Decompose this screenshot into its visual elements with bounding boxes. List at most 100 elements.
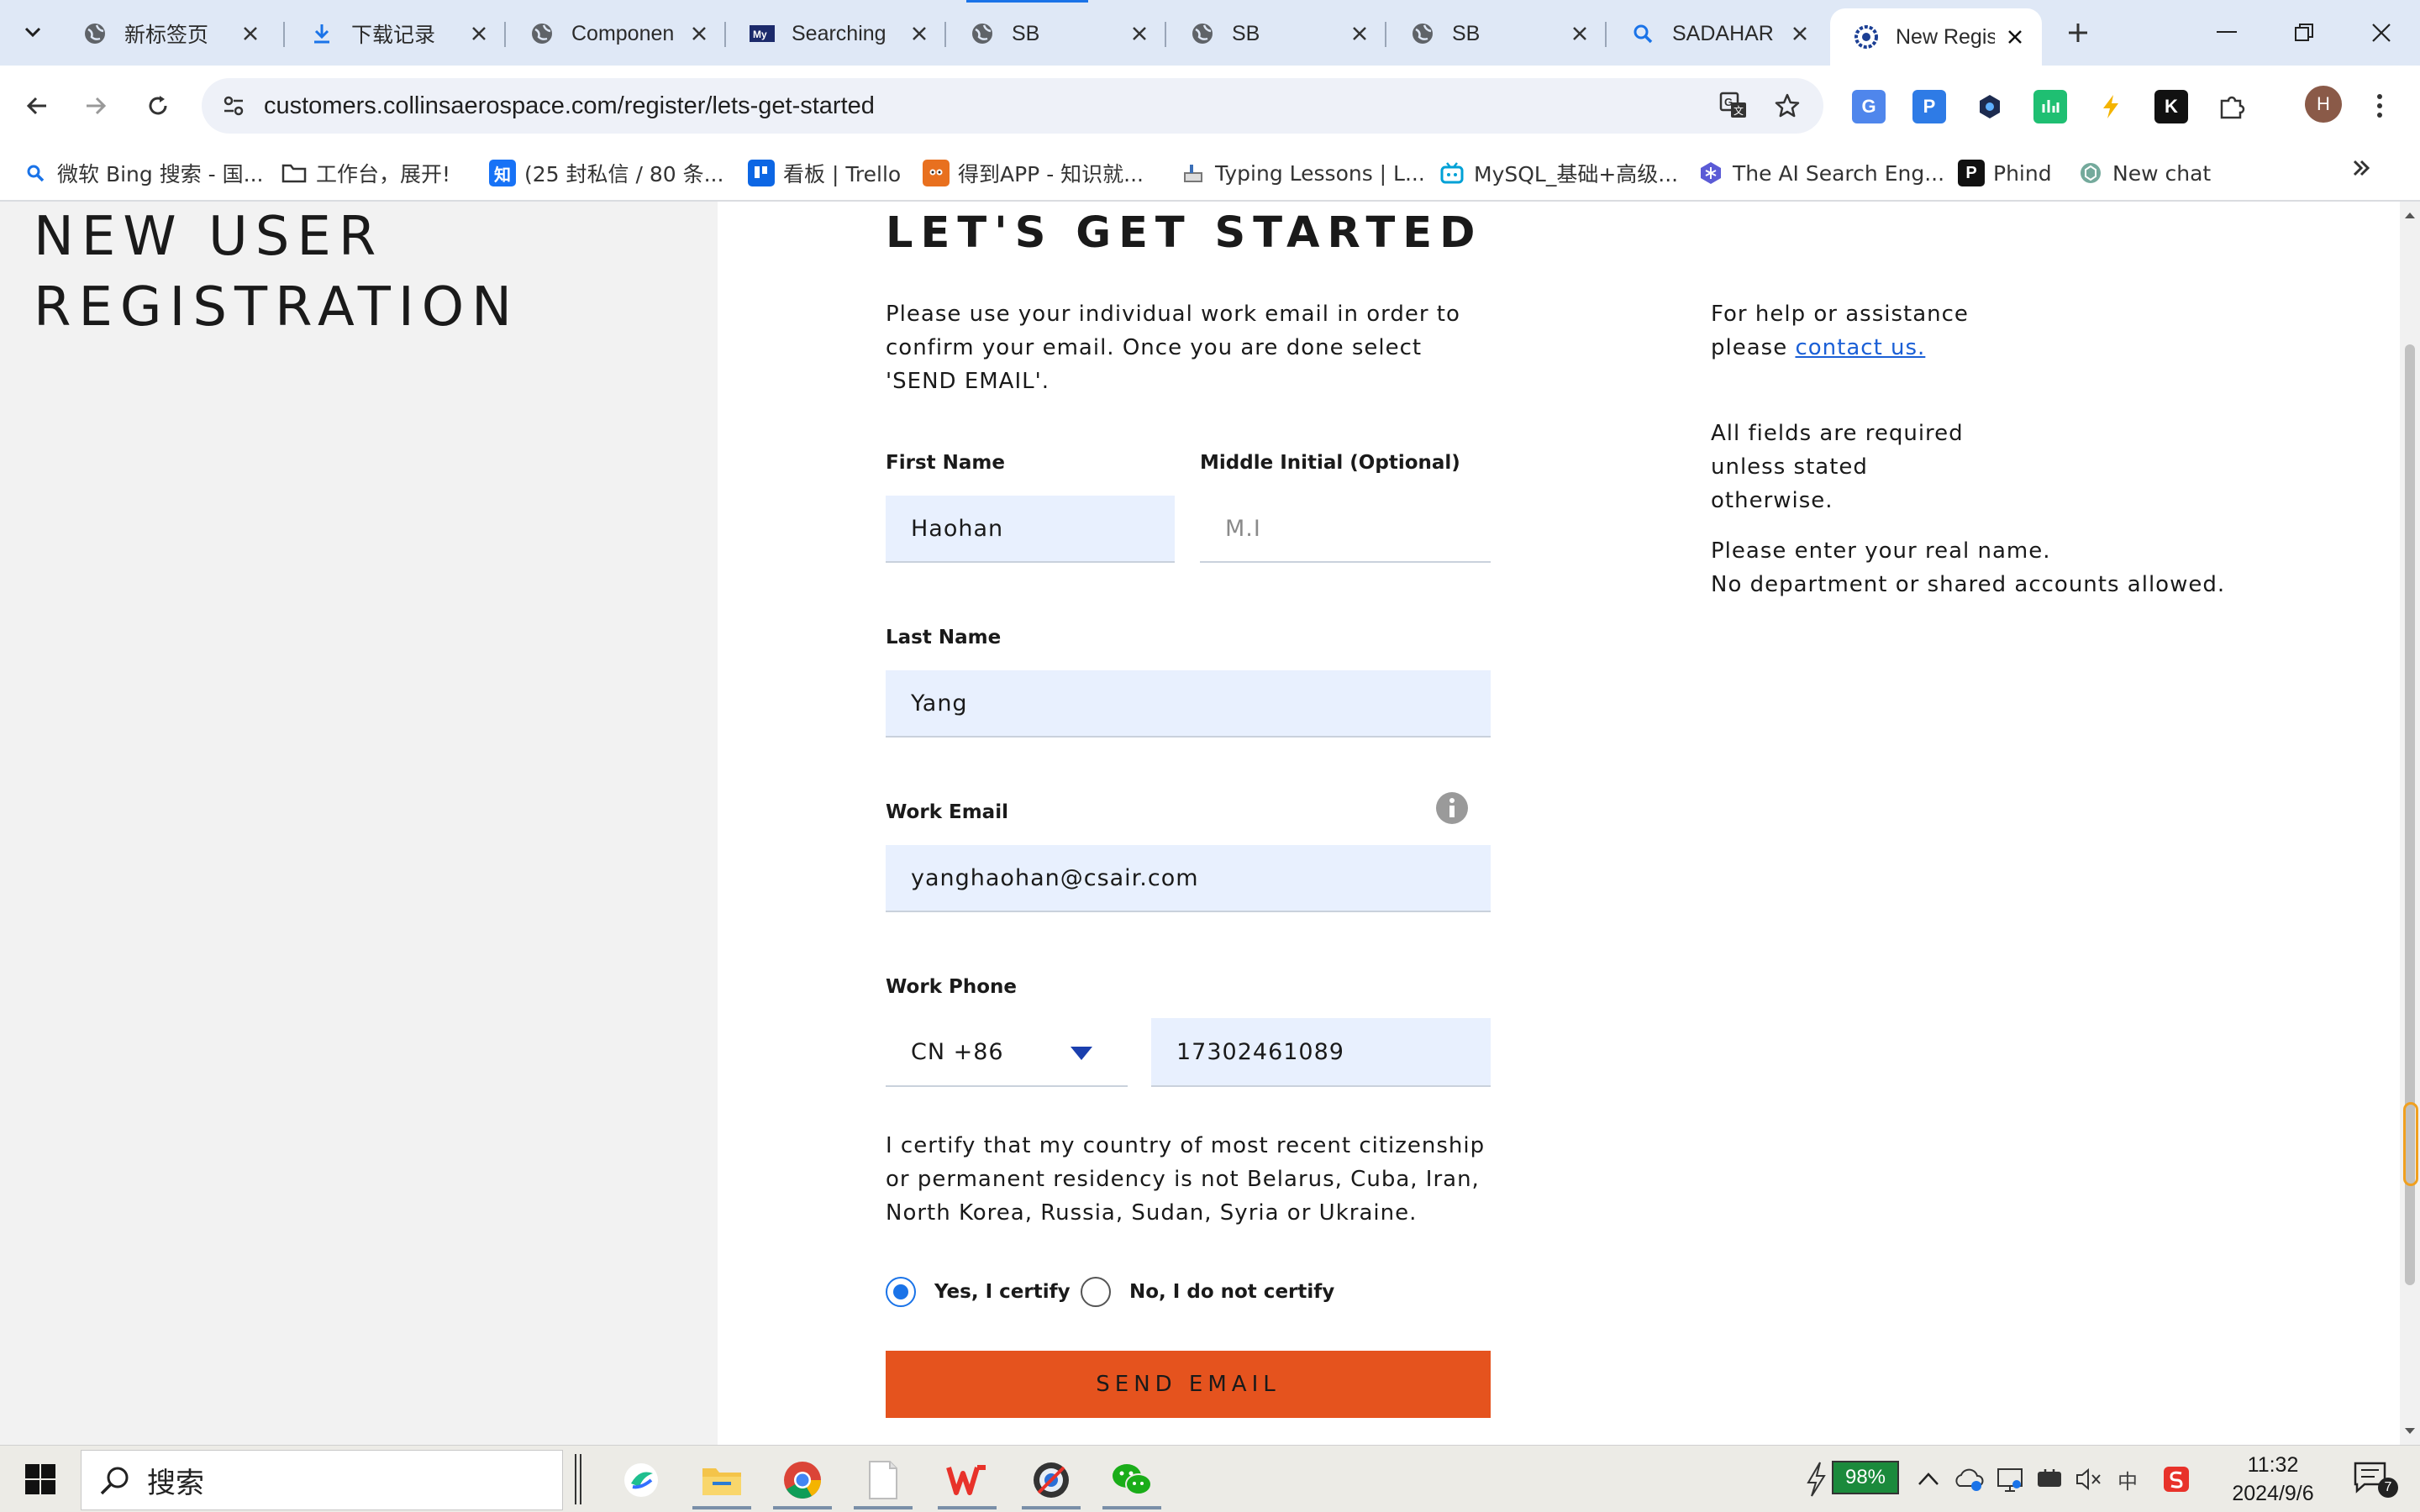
- tab-new-registration[interactable]: New Regis: [1830, 8, 2042, 66]
- close-window-button[interactable]: [2343, 0, 2420, 66]
- registration-panel: LET'S GET STARTED Please use your indivi…: [718, 202, 2400, 1445]
- wechat-icon[interactable]: [1094, 1451, 1170, 1509]
- wps-icon[interactable]: [929, 1451, 1005, 1509]
- url-text: customers.collinsaerospace.com/register/…: [264, 92, 875, 119]
- scroll-down-icon[interactable]: [2403, 1426, 2417, 1436]
- double-chevron-right-icon: [2353, 160, 2370, 176]
- sogou-ime-icon[interactable]: [2161, 1461, 2191, 1498]
- browser-icon[interactable]: [1013, 1451, 1089, 1509]
- browser-toolbar: customers.collinsaerospace.com/register/…: [0, 66, 2420, 146]
- notepad-icon[interactable]: [845, 1451, 921, 1509]
- profile-avatar[interactable]: H: [2305, 86, 2342, 123]
- close-icon[interactable]: [239, 22, 262, 45]
- site-info-icon[interactable]: [213, 86, 254, 126]
- taskbar-search-box[interactable]: 搜索: [81, 1450, 563, 1510]
- ime-indicator[interactable]: 中: [2112, 1461, 2143, 1498]
- paste-ext-icon[interactable]: P: [1912, 90, 1946, 123]
- radio-no-label: No, I do not certify: [1129, 1281, 1335, 1303]
- bookmark-phind[interactable]: P Phind: [1958, 156, 2052, 190]
- chevron-down-icon: [24, 27, 41, 38]
- radio-button-checked[interactable]: [886, 1277, 916, 1307]
- back-button[interactable]: [15, 84, 59, 128]
- hex-ext-icon[interactable]: [1973, 90, 2007, 123]
- bookmark-workbench[interactable]: 工作台，展开!: [281, 156, 450, 190]
- close-icon[interactable]: [1788, 22, 1812, 45]
- tab-components[interactable]: Componen: [506, 7, 726, 60]
- translate-icon[interactable]: G文: [1714, 87, 1753, 125]
- tab-sb-1[interactable]: SB: [946, 7, 1166, 60]
- close-icon[interactable]: [908, 22, 931, 45]
- volume-muted-icon[interactable]: [2074, 1461, 2104, 1498]
- close-icon[interactable]: [1128, 22, 1151, 45]
- notification-center-button[interactable]: 7: [2353, 1461, 2400, 1499]
- new-tab-button[interactable]: [2057, 12, 2099, 54]
- browser-menu-button[interactable]: [2363, 87, 2396, 124]
- last-name-input[interactable]: Yang: [886, 670, 1491, 738]
- tab-new-tab-page[interactable]: 新标签页: [59, 7, 277, 60]
- close-icon[interactable]: [687, 22, 711, 45]
- bookmark-typing[interactable]: Typing Lessons | L...: [1180, 156, 1425, 190]
- contact-us-link[interactable]: contact us.: [1795, 335, 1925, 360]
- tab-title: Componen: [571, 21, 675, 45]
- zhihu-icon: 知: [489, 160, 516, 186]
- work-email-input[interactable]: yanghaohan@csair.com: [886, 845, 1491, 912]
- help-please-text: please: [1711, 335, 1796, 360]
- info-icon[interactable]: [1435, 791, 1469, 825]
- bookmark-mysql[interactable]: MySQL_基础+高级...: [1439, 156, 1678, 190]
- tab-sadahar[interactable]: SADAHAR: [1607, 7, 1827, 60]
- required-fields-note: All fields are required unless stated ot…: [1711, 421, 1964, 513]
- bookmark-dedao[interactable]: 得到APP - 知识就...: [923, 156, 1144, 190]
- globe-icon: [970, 21, 995, 46]
- bolt-ext-icon[interactable]: [2094, 90, 2128, 123]
- tab-sb-2[interactable]: SB: [1166, 7, 1386, 60]
- send-email-button[interactable]: SEND EMAIL: [886, 1351, 1491, 1418]
- close-icon[interactable]: [467, 22, 491, 45]
- onedrive-sync-icon[interactable]: [1954, 1461, 1985, 1498]
- scroll-up-icon[interactable]: [2403, 210, 2417, 220]
- network-icon[interactable]: [1995, 1461, 2025, 1498]
- tab-sb-3[interactable]: SB: [1386, 7, 1607, 60]
- address-bar[interactable]: customers.collinsaerospace.com/register/…: [202, 78, 1823, 134]
- forward-button[interactable]: [74, 84, 118, 128]
- chevron-up-icon[interactable]: [1916, 1461, 1941, 1498]
- power-icon[interactable]: [2035, 1461, 2065, 1498]
- battery-indicator[interactable]: 98%: [1832, 1461, 1899, 1494]
- middle-initial-input[interactable]: M.I: [1200, 496, 1491, 563]
- bookmark-new-chat[interactable]: New chat: [2077, 156, 2211, 190]
- feishu-icon[interactable]: [603, 1451, 679, 1509]
- app-running-indicator: [854, 1506, 913, 1509]
- translate-ext-icon[interactable]: G: [1852, 90, 1886, 123]
- minimize-button[interactable]: [2188, 0, 2265, 66]
- bookmark-bing[interactable]: 微软 Bing 搜索 - 国...: [22, 156, 263, 190]
- tab-title: New Regis: [1896, 24, 1995, 49]
- search-icon: [100, 1467, 129, 1495]
- bookmark-trello[interactable]: 看板 | Trello: [748, 156, 901, 190]
- chart-ext-icon[interactable]: [2033, 90, 2067, 123]
- bookmark-zhihu[interactable]: 知 (25 封私信 / 80 条...: [489, 156, 723, 190]
- globe-icon: [529, 21, 555, 46]
- system-clock[interactable]: 11:32 2024/9/6: [2210, 1451, 2336, 1508]
- reload-button[interactable]: [136, 84, 180, 128]
- restore-button[interactable]: [2265, 0, 2343, 66]
- first-name-input[interactable]: Haohan: [886, 496, 1175, 563]
- radio-button[interactable]: [1081, 1277, 1111, 1307]
- bookmarks-overflow-button[interactable]: [2344, 151, 2378, 185]
- phone-number-input[interactable]: 17302461089: [1151, 1018, 1491, 1087]
- my-logo-icon: My: [750, 21, 775, 46]
- tab-downloads[interactable]: 下载记录: [286, 7, 506, 60]
- puzzle-icon[interactable]: [2215, 90, 2249, 123]
- tab-search-button[interactable]: [12, 8, 54, 55]
- radio-no-certify[interactable]: No, I do not certify: [1081, 1277, 1334, 1307]
- bookmark-star-icon[interactable]: [1768, 87, 1807, 125]
- bookmark-ai-search[interactable]: The AI Search Eng...: [1697, 156, 1944, 190]
- close-icon[interactable]: [1348, 22, 1371, 45]
- tab-searching[interactable]: My Searching: [726, 7, 946, 60]
- close-icon[interactable]: [1568, 22, 1591, 45]
- windows-start-icon[interactable]: [24, 1462, 57, 1496]
- radio-yes-certify[interactable]: Yes, I certify: [886, 1277, 1071, 1307]
- file-explorer-icon[interactable]: [684, 1451, 760, 1509]
- k-ext-icon[interactable]: K: [2154, 90, 2188, 123]
- real-name-line: Please enter your real name.: [1711, 538, 2051, 564]
- chrome-icon[interactable]: [765, 1451, 840, 1509]
- close-icon[interactable]: [2003, 25, 2027, 49]
